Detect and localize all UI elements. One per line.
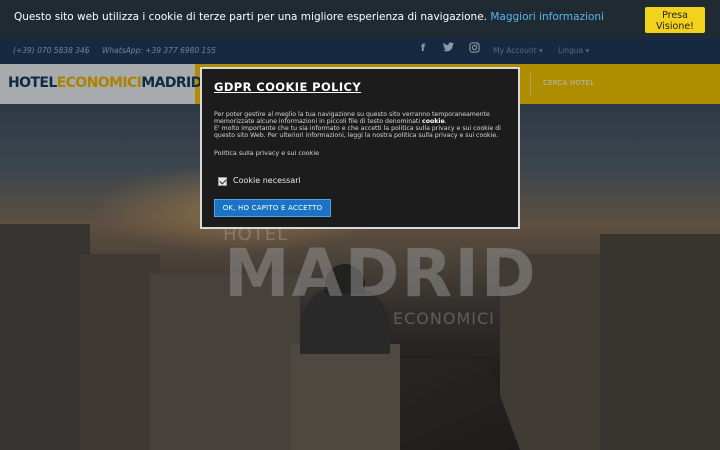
gdpr-modal: GDPR COOKIE POLICY Per poter gestire al … — [200, 67, 520, 229]
cookie-banner-message: Questo sito web utilizza i cookie di ter… — [14, 11, 604, 23]
modal-body: Per poter gestire al meglio la tua navig… — [214, 111, 501, 139]
modal-body-text: Per poter gestire al meglio la tua navig… — [214, 111, 490, 125]
accept-label-line2: Visione! — [655, 21, 694, 32]
privacy-policy-link[interactable]: Politica sulla privacy e sui cookie — [214, 149, 319, 157]
accept-cookies-button[interactable]: OK, HO CAPITO E ACCETTO — [214, 199, 331, 217]
presa-visione-button[interactable]: Presa Visione! — [645, 7, 705, 33]
more-info-link[interactable]: Maggiori informazioni — [490, 11, 604, 23]
cookie-checkbox-label: Cookie necessari — [233, 176, 301, 185]
modal-title: GDPR COOKIE POLICY — [214, 80, 362, 94]
cookie-banner: Questo sito web utilizza i cookie di ter… — [0, 0, 720, 38]
modal-body-text-2: E' molto importante che tu sia informato… — [214, 125, 501, 139]
cookie-checkbox[interactable] — [218, 177, 227, 186]
modal-body-bold: cookie — [422, 118, 445, 125]
cookie-message-text: Questo sito web utilizza i cookie di ter… — [14, 11, 487, 23]
accept-label-line1: Presa — [662, 10, 688, 21]
